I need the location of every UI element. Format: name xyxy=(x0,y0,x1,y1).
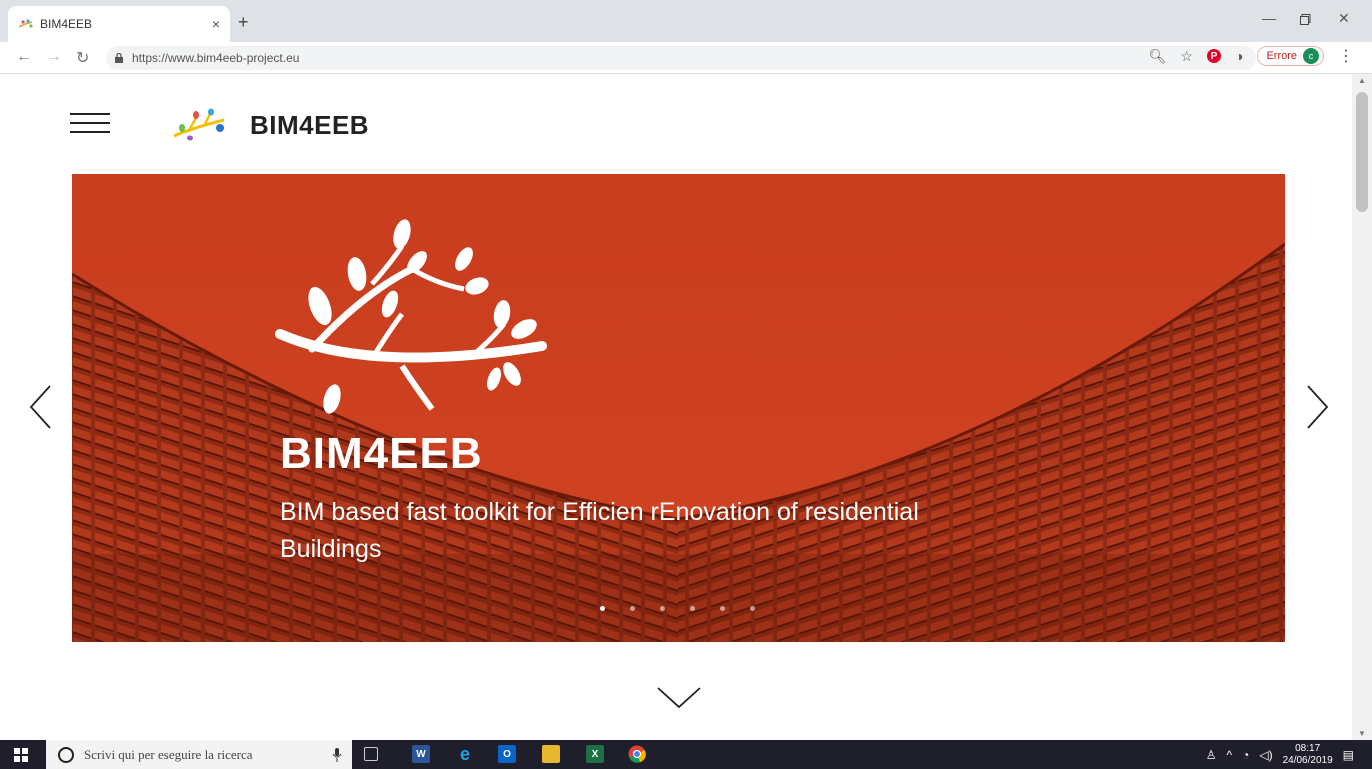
minimize-icon[interactable]: — xyxy=(1262,10,1276,26)
system-tray: ♙ ^ ◔ ◁) 08:17 24/06/2019 ▤ xyxy=(1206,740,1372,769)
hamburger-menu-icon[interactable] xyxy=(70,110,110,136)
site-brand[interactable]: BIM4EEB xyxy=(250,110,369,141)
hero-carousel: BIM4EEB BIM based fast toolkit for Effic… xyxy=(72,174,1285,642)
carousel-dot-3[interactable] xyxy=(660,606,665,611)
error-label: Errore xyxy=(1266,50,1297,62)
profile-error-chip[interactable]: Errore c xyxy=(1257,46,1324,66)
scroll-down-icon[interactable] xyxy=(656,684,702,710)
restore-icon[interactable] xyxy=(1300,12,1311,28)
people-icon[interactable]: ♙ xyxy=(1206,748,1217,762)
cortana-icon xyxy=(58,746,74,763)
windows-start-icon[interactable] xyxy=(14,748,28,762)
address-bar[interactable]: https://www.bim4eeb-project.eu xyxy=(106,46,1256,70)
url-text: https://www.bim4eeb-project.eu xyxy=(132,51,300,65)
reload-icon[interactable]: ↻ xyxy=(76,48,89,68)
new-tab-button[interactable]: + xyxy=(238,12,249,33)
avatar: c xyxy=(1303,48,1319,64)
taskbar-clock[interactable]: 08:17 24/06/2019 xyxy=(1283,743,1333,767)
carousel-dot-5[interactable] xyxy=(720,606,725,611)
carousel-dot-1[interactable] xyxy=(600,606,605,611)
page-scrollbar[interactable]: ▲ ▼ xyxy=(1352,74,1372,740)
browser-tab[interactable]: BIM4EEB × xyxy=(8,6,230,42)
zoom-icon[interactable]: 🔍︎ xyxy=(1149,48,1167,65)
lock-icon xyxy=(115,53,123,63)
network-icon[interactable]: ◔ xyxy=(1242,748,1249,762)
carousel-indicators xyxy=(600,606,755,611)
tab-close-icon[interactable]: × xyxy=(212,16,220,32)
word-icon[interactable]: W xyxy=(412,745,430,763)
excel-icon[interactable]: X xyxy=(586,745,604,763)
scroll-down-arrow-icon[interactable]: ▼ xyxy=(1358,729,1366,738)
clock-time: 08:17 xyxy=(1295,742,1321,754)
toolbar-icons: 🔍︎ ☆ P ◑ Errore c ⋮ xyxy=(1149,46,1354,66)
pinterest-icon[interactable]: P xyxy=(1206,49,1221,63)
carousel-dot-2[interactable] xyxy=(630,606,635,611)
web-page: BIM4EEB BIM4EEB BIM based fast toolkit f… xyxy=(0,74,1352,740)
bim4eeb-favicon-icon xyxy=(18,19,33,28)
browser-menu-icon[interactable]: ⋮ xyxy=(1338,46,1354,66)
task-view-icon[interactable] xyxy=(364,747,378,761)
carousel-dot-6[interactable] xyxy=(750,606,755,611)
bim4eeb-logo-icon xyxy=(173,108,225,141)
clock-date: 24/06/2019 xyxy=(1282,754,1333,766)
screen: BIM4EEB × + — ✕ ← → ↻ https://www.bim4ee… xyxy=(0,0,1372,769)
file-explorer-icon[interactable] xyxy=(542,745,560,763)
extension-icon[interactable]: ◑ xyxy=(1235,48,1243,64)
bookmark-star-icon[interactable]: ☆ xyxy=(1180,48,1193,65)
window-close-icon[interactable]: ✕ xyxy=(1338,10,1350,27)
outlook-icon[interactable]: O xyxy=(498,745,516,763)
carousel-next-icon[interactable] xyxy=(1304,384,1330,430)
microphone-icon[interactable] xyxy=(332,747,342,762)
notifications-icon[interactable]: ▤ xyxy=(1343,748,1354,762)
carousel-prev-icon[interactable] xyxy=(28,384,54,430)
hero-background-image xyxy=(72,174,1285,642)
tray-chevron-icon[interactable]: ^ xyxy=(1226,748,1232,762)
browser-toolbar: ← → ↻ https://www.bim4eeb-project.eu 🔍︎ … xyxy=(0,42,1372,74)
taskbar-search-placeholder: Scrivi qui per eseguire la ricerca xyxy=(84,746,253,762)
hero-subtitle: BIM based fast toolkit for Efficien rEno… xyxy=(280,498,919,563)
back-icon[interactable]: ← xyxy=(16,48,32,66)
hero-title: BIM4EEB xyxy=(280,429,483,478)
browser-tab-bar: BIM4EEB × + — ✕ xyxy=(0,0,1372,42)
volume-icon[interactable]: ◁) xyxy=(1259,748,1272,762)
scroll-up-arrow-icon[interactable]: ▲ xyxy=(1358,76,1366,85)
taskbar-search-box[interactable]: Scrivi qui per eseguire la ricerca xyxy=(46,740,352,769)
carousel-dot-4[interactable] xyxy=(690,606,695,611)
chrome-icon[interactable] xyxy=(628,745,646,763)
scrollbar-thumb[interactable] xyxy=(1356,92,1368,212)
forward-icon[interactable]: → xyxy=(46,48,62,66)
windows-taskbar: Scrivi qui per eseguire la ricerca W e O… xyxy=(0,740,1372,769)
tab-title: BIM4EEB xyxy=(40,17,93,31)
edge-icon[interactable]: e xyxy=(456,744,474,764)
